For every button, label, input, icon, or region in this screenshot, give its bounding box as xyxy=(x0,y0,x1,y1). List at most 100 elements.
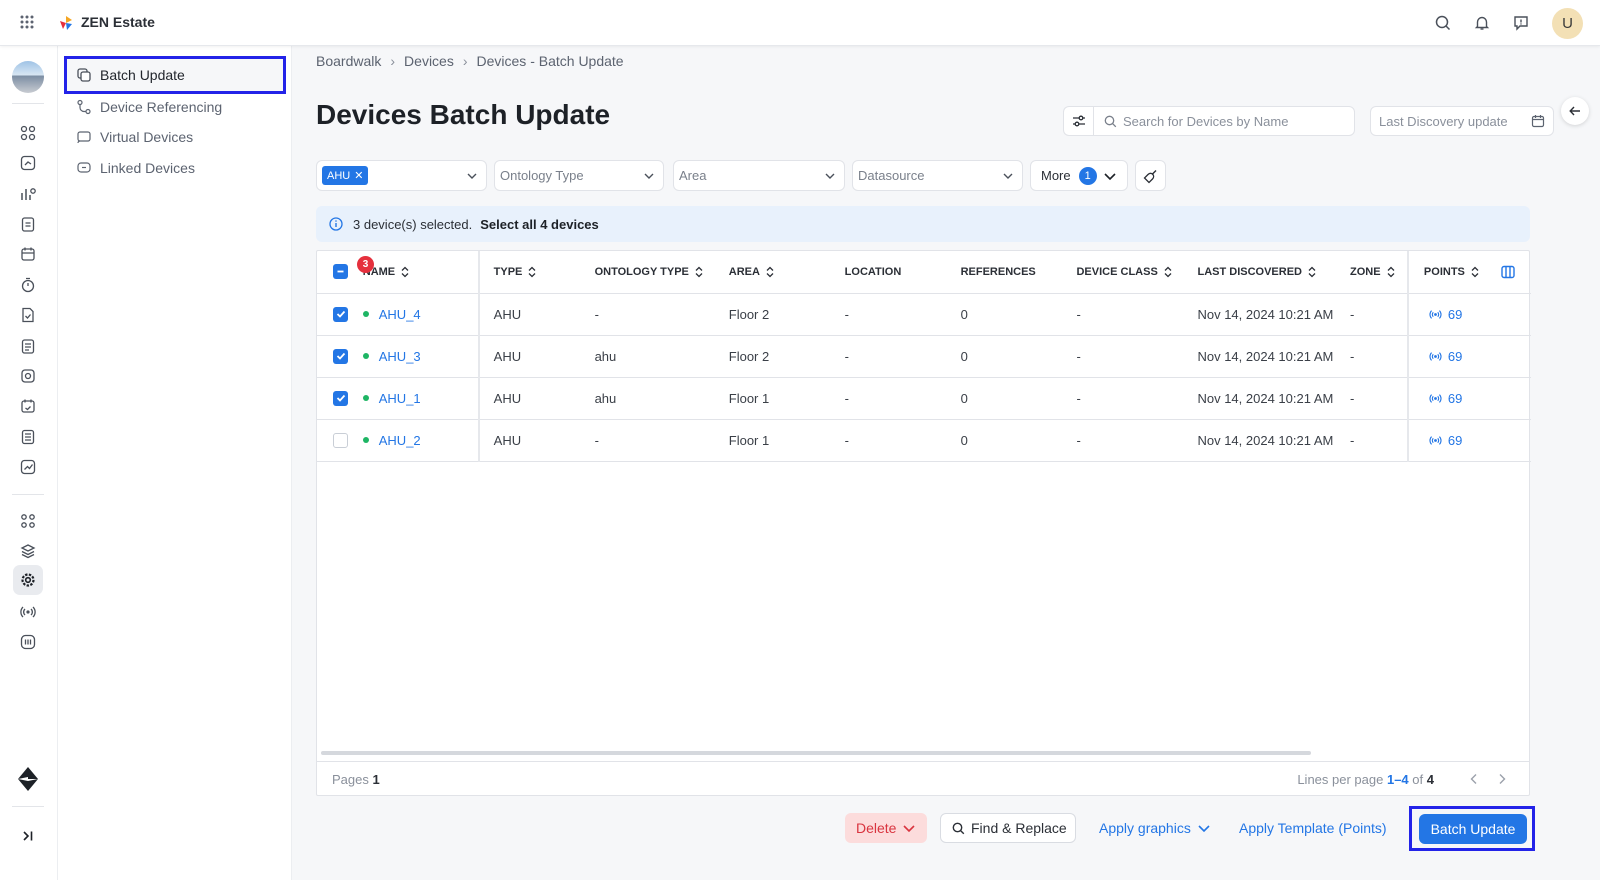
document-check-icon[interactable] xyxy=(19,306,37,324)
sort-icon[interactable] xyxy=(766,266,774,278)
select-all-link[interactable]: Select all 4 devices xyxy=(480,217,599,232)
meter-icon[interactable] xyxy=(19,633,37,651)
points-cell[interactable]: 69 xyxy=(1406,377,1531,420)
datasource-dropdown[interactable]: Datasource xyxy=(852,160,1023,191)
column-header-zone[interactable]: ZONE xyxy=(1349,251,1408,294)
subnav-item-linked-devices[interactable]: Linked Devices xyxy=(64,152,286,183)
points-count-link[interactable]: 69 xyxy=(1448,349,1462,364)
user-avatar[interactable]: U xyxy=(1552,8,1583,39)
next-page-icon[interactable] xyxy=(1497,773,1507,785)
apply-graphics-button[interactable]: Apply graphics xyxy=(1099,813,1211,843)
row-checkbox[interactable] xyxy=(333,306,348,322)
table-row[interactable]: AHU_4 AHU - Floor 2-0- Nov 14, 2024 10:21 AM… xyxy=(317,293,1531,336)
more-filters-button[interactable]: More 1 xyxy=(1030,160,1128,191)
subnav-item-device-referencing[interactable]: Device Referencing xyxy=(64,91,286,122)
find-replace-button[interactable]: Find & Replace xyxy=(940,813,1076,843)
column-header-ontology-type[interactable]: ONTOLOGY TYPE xyxy=(594,251,729,294)
row-checkbox[interactable] xyxy=(333,432,348,448)
row-checkbox[interactable] xyxy=(333,348,348,364)
timer-icon[interactable] xyxy=(19,276,37,294)
inventory-icon[interactable] xyxy=(19,367,37,385)
delete-button[interactable]: Delete xyxy=(845,813,927,843)
remove-chip-icon[interactable]: ✕ xyxy=(354,169,363,182)
column-header-type[interactable]: TYPE xyxy=(477,251,595,294)
filter-settings-button[interactable] xyxy=(1063,106,1093,136)
dashboard-icon[interactable] xyxy=(19,124,37,142)
reports-icon[interactable] xyxy=(19,185,37,203)
collapse-panel-button[interactable] xyxy=(1561,97,1589,125)
column-header-name[interactable]: NAME xyxy=(362,251,479,294)
points-count-link[interactable]: 69 xyxy=(1448,391,1462,406)
search-input[interactable] xyxy=(1123,113,1343,129)
points-cell[interactable]: 69 xyxy=(1406,335,1531,378)
column-header-device-class[interactable]: DEVICE CLASS xyxy=(1076,251,1198,294)
device-search[interactable] xyxy=(1093,106,1355,136)
sort-icon[interactable] xyxy=(528,266,536,278)
select-cell[interactable] xyxy=(317,293,363,336)
notes-icon[interactable] xyxy=(19,428,37,446)
column-header-last-discovered[interactable]: LAST DISCOVERED xyxy=(1197,251,1350,294)
select-cell[interactable] xyxy=(317,419,363,462)
type-filter-dropdown[interactable]: AHU ✕ xyxy=(316,160,487,191)
checklist-icon[interactable] xyxy=(19,337,37,355)
name-cell[interactable]: AHU_1 xyxy=(362,377,479,420)
area-dropdown[interactable]: Area xyxy=(673,160,845,191)
schedule-icon[interactable] xyxy=(19,397,37,415)
sort-icon[interactable] xyxy=(1164,266,1172,278)
points-cell[interactable]: 69 xyxy=(1406,419,1531,462)
points-count-link[interactable]: 69 xyxy=(1448,433,1462,448)
select-all-checkbox[interactable]: 3 xyxy=(333,256,374,280)
batch-update-button[interactable]: Batch Update xyxy=(1419,814,1527,844)
sort-icon[interactable] xyxy=(1387,266,1395,278)
app-grid-icon[interactable] xyxy=(20,15,34,29)
notification-bell-icon[interactable] xyxy=(1473,14,1491,32)
sort-icon[interactable] xyxy=(1308,266,1316,278)
layers-icon[interactable] xyxy=(19,542,37,560)
analytics-icon[interactable] xyxy=(19,154,37,172)
horizontal-scrollbar[interactable] xyxy=(321,751,1311,755)
page-range[interactable]: 1–4 xyxy=(1387,772,1409,787)
last-discovery-date-field[interactable]: Last Discovery update xyxy=(1370,106,1554,136)
ontology-type-dropdown[interactable]: Ontology Type xyxy=(494,160,664,191)
table-row[interactable]: AHU_2 AHU - Floor 1-0- Nov 14, 2024 10:21 AM… xyxy=(317,419,1531,462)
subnav-item-virtual-devices[interactable]: Virtual Devices xyxy=(64,121,286,152)
trend-chart-icon[interactable] xyxy=(19,458,37,476)
previous-page-icon[interactable] xyxy=(1469,773,1479,785)
search-icon[interactable] xyxy=(1434,14,1452,32)
points-count-link[interactable]: 69 xyxy=(1448,307,1462,322)
feedback-icon[interactable] xyxy=(1512,14,1530,32)
name-cell[interactable]: AHU_4 xyxy=(362,293,479,336)
site-avatar[interactable] xyxy=(12,61,44,93)
column-settings-icon[interactable] xyxy=(1501,265,1515,279)
devices-settings-icon[interactable] xyxy=(13,565,43,595)
device-name-link[interactable]: AHU_3 xyxy=(379,349,421,364)
apply-template-points-button[interactable]: Apply Template (Points) xyxy=(1239,813,1387,843)
table-row[interactable]: AHU_1 AHU ahu Floor 1-0- Nov 14, 2024 10:21 … xyxy=(317,377,1531,420)
signal-icon[interactable] xyxy=(19,603,37,621)
select-cell[interactable] xyxy=(317,335,363,378)
column-header-points[interactable]: POINTS xyxy=(1406,251,1531,294)
subnav-item-batch-update[interactable]: Batch Update xyxy=(64,56,286,94)
sort-icon[interactable] xyxy=(401,266,409,278)
column-header-area[interactable]: AREA xyxy=(728,251,845,294)
header-select-all[interactable]: 3 xyxy=(317,251,374,294)
table-row[interactable]: AHU_3 AHU ahu Floor 2-0- Nov 14, 2024 10:21 … xyxy=(317,335,1531,378)
breadcrumb-item[interactable]: Boardwalk xyxy=(316,53,381,69)
device-name-link[interactable]: AHU_4 xyxy=(379,307,421,322)
name-cell[interactable]: AHU_3 xyxy=(362,335,479,378)
breadcrumb-item[interactable]: Devices xyxy=(404,53,454,69)
clipboard-icon[interactable] xyxy=(19,215,37,233)
row-checkbox[interactable] xyxy=(333,390,348,406)
integrations-icon[interactable] xyxy=(19,512,37,530)
sort-icon[interactable] xyxy=(695,266,703,278)
calendar-icon[interactable] xyxy=(19,245,37,263)
type-chip[interactable]: AHU ✕ xyxy=(322,166,369,185)
device-name-link[interactable]: AHU_1 xyxy=(379,391,421,406)
device-name-link[interactable]: AHU_2 xyxy=(379,433,421,448)
name-cell[interactable]: AHU_2 xyxy=(362,419,479,462)
sort-icon[interactable] xyxy=(1471,266,1479,278)
select-cell[interactable] xyxy=(317,377,363,420)
clear-filters-button[interactable] xyxy=(1135,160,1166,191)
points-cell[interactable]: 69 xyxy=(1406,293,1531,336)
expand-rail-icon[interactable] xyxy=(19,827,37,845)
